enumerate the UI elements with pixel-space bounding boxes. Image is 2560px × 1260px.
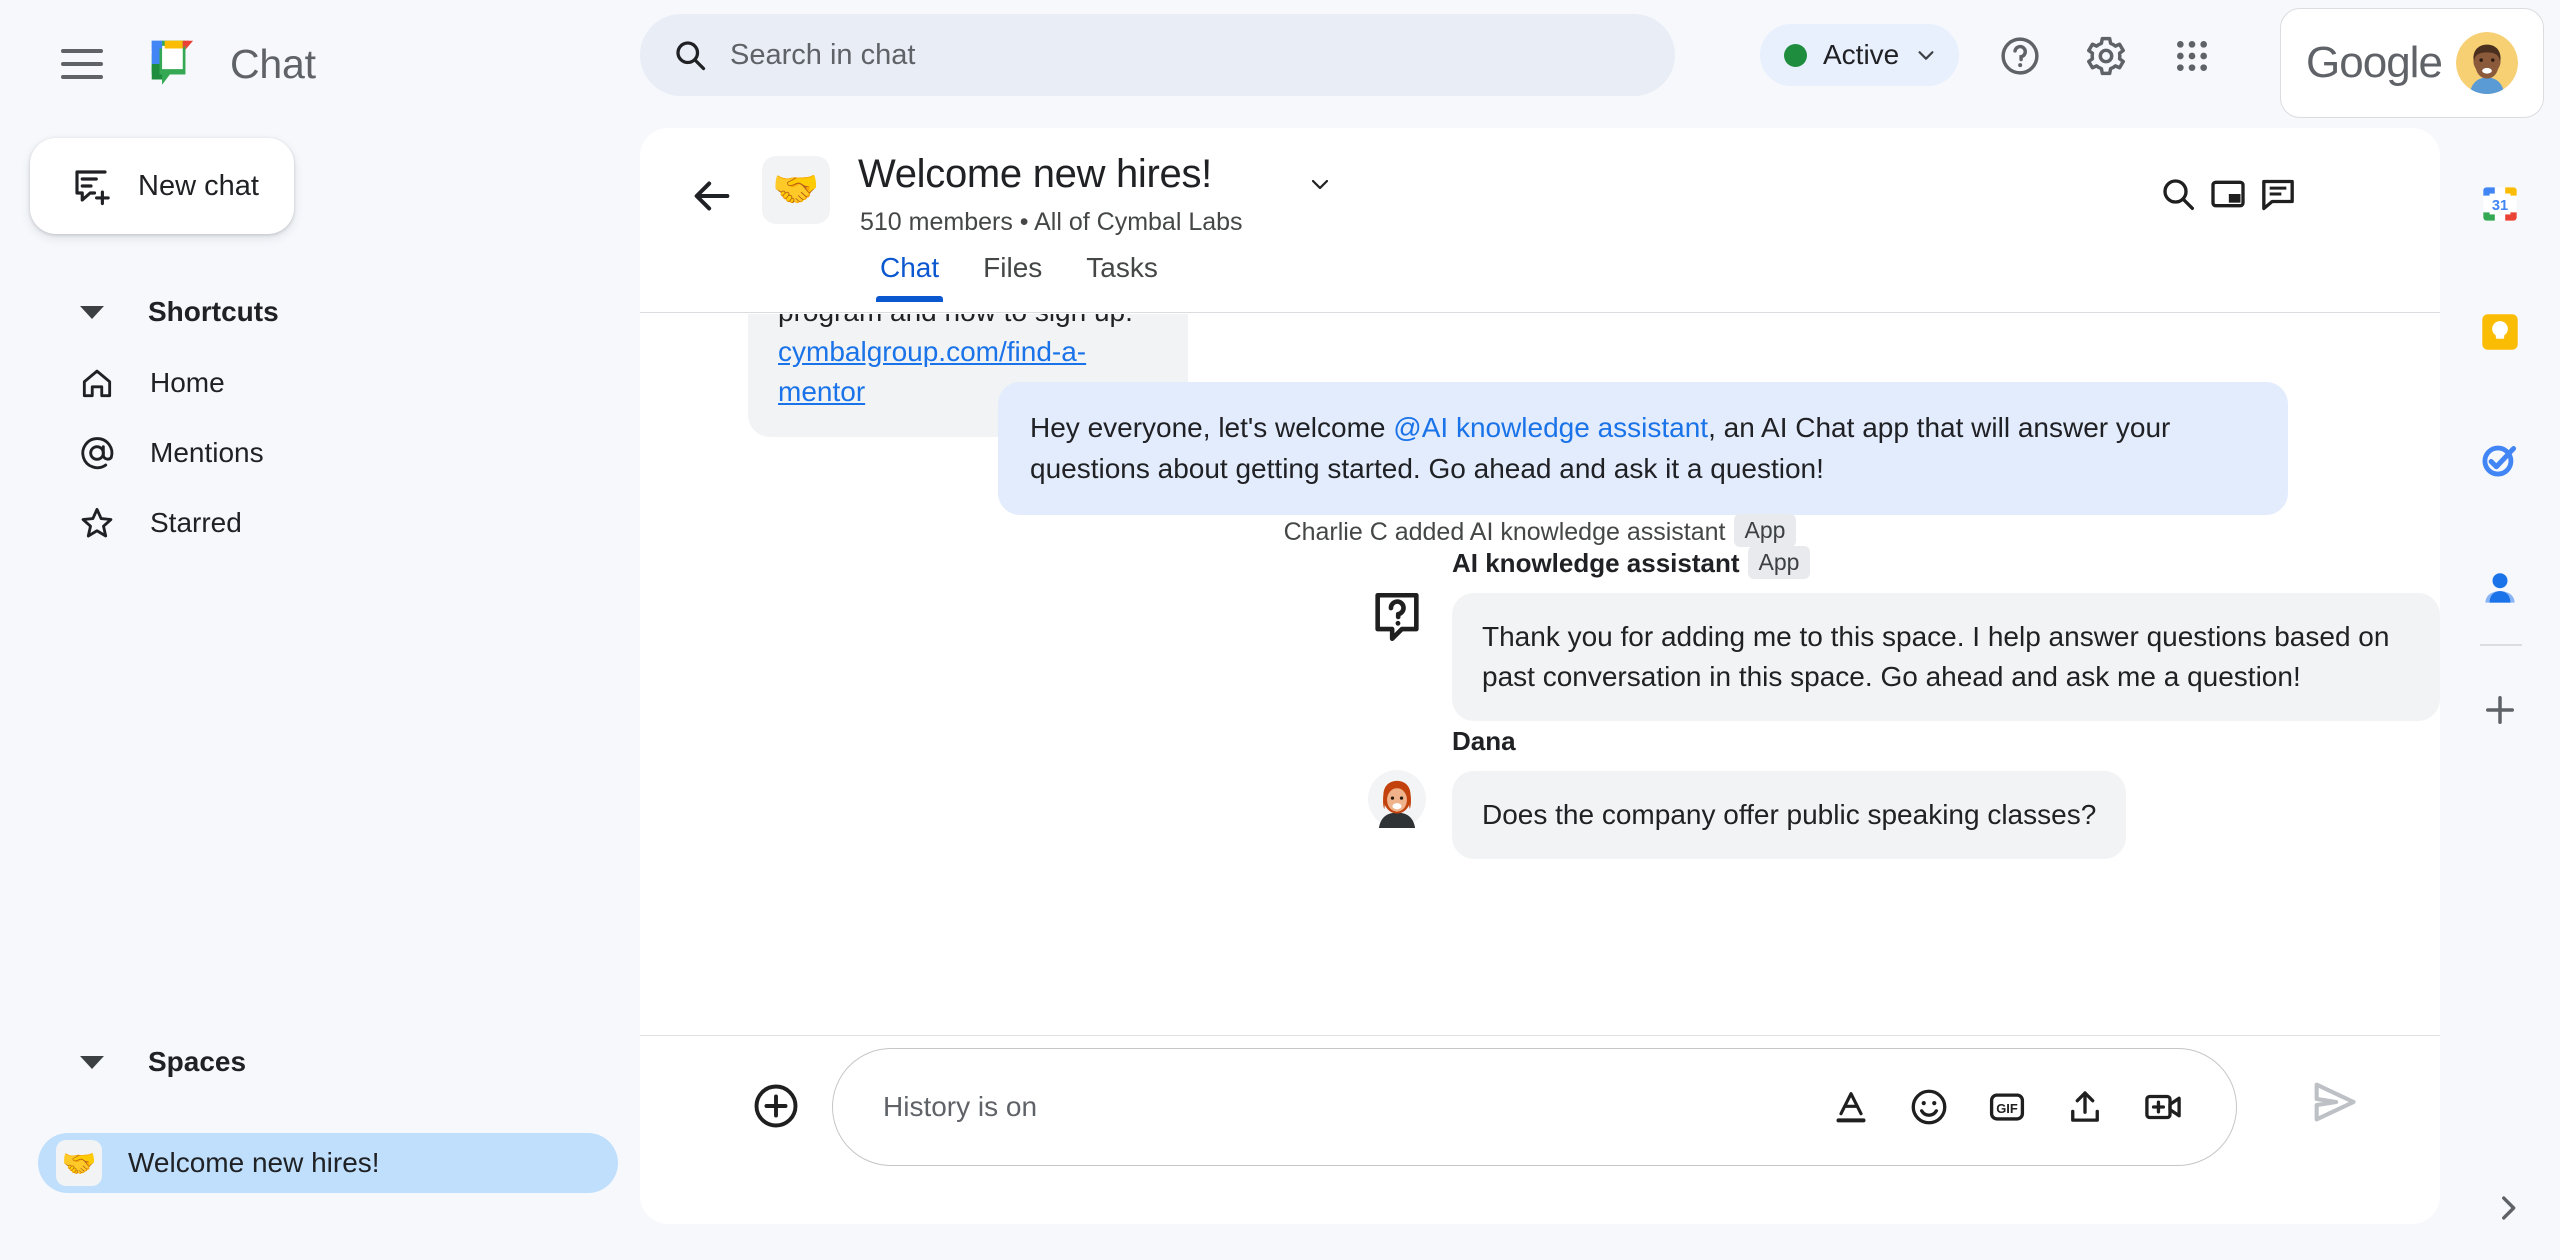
- question-bubble-avatar: [1368, 588, 1426, 646]
- google-contacts-icon[interactable]: [2474, 562, 2526, 614]
- space-emoji-icon: 🤝: [762, 156, 830, 224]
- dana-avatar: [1368, 770, 1426, 828]
- rail-divider: [2480, 644, 2522, 646]
- system-message-text: Charlie C added AI knowledge assistant: [1283, 518, 1726, 546]
- caret-down-icon: [80, 305, 104, 319]
- svg-text:GIF: GIF: [1996, 1101, 2018, 1116]
- search-icon: [672, 37, 708, 73]
- chevron-down-icon: [1915, 44, 1937, 66]
- message-sender-name: Dana: [1452, 726, 1516, 756]
- avatar[interactable]: [2455, 32, 2518, 94]
- message-bubble: Hey everyone, let's welcome @AI knowledg…: [998, 382, 2288, 516]
- spaces-title: Spaces: [148, 1046, 247, 1077]
- page-title[interactable]: Welcome new hires!: [858, 152, 1212, 197]
- sidebar-item-label: Starred: [150, 507, 242, 538]
- space-subtitle: 510 members • All of Cymbal Labs: [860, 208, 1243, 236]
- main-conversation-panel: 🤝 Welcome new hires! 510 members • All o…: [640, 128, 2440, 1224]
- shortcuts-section-header[interactable]: Shortcuts: [0, 283, 640, 341]
- message-text-before: Hey everyone, let's welcome: [1030, 412, 1394, 443]
- help-circle-icon[interactable]: [1988, 24, 2052, 88]
- top-bar: Chat Search in chat Active Google: [0, 0, 2560, 128]
- chevron-right-icon[interactable]: [2484, 1184, 2532, 1232]
- system-message: Charlie C added AI knowledge assistant Ap…: [640, 514, 2440, 547]
- home-icon: [78, 364, 116, 402]
- space-tabs: Chat Files Tasks: [858, 252, 1180, 302]
- composer-toolbar: GIF: [1830, 1086, 2184, 1128]
- composer-divider: [640, 1035, 2440, 1036]
- space-title-chevron-down-icon[interactable]: [1308, 172, 1332, 196]
- app-badge: App: [1733, 514, 1797, 547]
- google-tasks-icon[interactable]: [2474, 434, 2526, 486]
- sidebar-item-mentions[interactable]: Mentions: [0, 421, 640, 485]
- new-chat-label: New chat: [138, 169, 259, 202]
- back-arrow-icon[interactable]: [684, 168, 740, 224]
- tabs-divider: [640, 312, 2440, 313]
- message-outgoing: Hey everyone, let's welcome @AI knowledg…: [998, 382, 2288, 516]
- app-badge: App: [1747, 546, 1811, 579]
- sidebar-space-welcome-new-hires[interactable]: 🤝 Welcome new hires!: [38, 1133, 618, 1193]
- star-icon: [78, 504, 116, 542]
- sidebar-item-home[interactable]: Home: [0, 351, 640, 415]
- plus-icon[interactable]: [2474, 684, 2526, 736]
- plus-circle-icon[interactable]: [748, 1078, 804, 1134]
- search-input[interactable]: Search in chat: [640, 14, 1675, 96]
- apps-grid-icon[interactable]: [2160, 24, 2224, 88]
- google-chat-logo: [144, 33, 206, 95]
- calendar-day-number: 31: [2492, 198, 2508, 214]
- sidebar-item-label: Home: [150, 367, 225, 398]
- shortcuts-title: Shortcuts: [148, 296, 279, 327]
- ai-assistant-mention[interactable]: @AI knowledge assistant: [1393, 412, 1708, 443]
- tab-files[interactable]: Files: [961, 252, 1064, 302]
- message-sender-name: AI knowledge assistant: [1452, 548, 1740, 578]
- gear-icon[interactable]: [2074, 24, 2138, 88]
- right-side-rail: 31: [2440, 128, 2560, 1260]
- spaces-section-header[interactable]: Spaces: [0, 1033, 640, 1091]
- status-dot-icon: [1784, 43, 1807, 67]
- send-icon[interactable]: [2308, 1076, 2360, 1128]
- caret-down-icon: [80, 1055, 104, 1069]
- google-wordmark: Google: [2306, 38, 2443, 87]
- app-brand: Chat: [144, 33, 316, 95]
- emoji-icon[interactable]: [1908, 1086, 1950, 1128]
- handshake-emoji-icon: 🤝: [56, 1140, 102, 1186]
- message-input-placeholder: History is on: [883, 1091, 1038, 1122]
- google-calendar-icon[interactable]: 31: [2474, 178, 2526, 230]
- add-video-meeting-icon[interactable]: [2142, 1086, 2184, 1128]
- search-placeholder: Search in chat: [730, 38, 916, 71]
- status-button[interactable]: Active: [1760, 24, 1960, 86]
- space-label: Welcome new hires!: [128, 1147, 380, 1178]
- app-title: Chat: [230, 40, 316, 87]
- sidebar-item-starred[interactable]: Starred: [0, 491, 640, 555]
- new-chat-button[interactable]: New chat: [30, 138, 294, 234]
- tab-chat[interactable]: Chat: [858, 252, 961, 302]
- message-bubble: Thank you for adding me to this space. I…: [1452, 593, 2440, 721]
- google-keep-icon[interactable]: [2474, 306, 2526, 358]
- status-label: Active: [1823, 39, 1900, 70]
- message-text: program and how to sign up:: [778, 314, 1158, 332]
- left-sidebar: New chat Shortcuts Home Mentions Starred…: [0, 128, 640, 1260]
- message-input[interactable]: History is on GIF: [832, 1048, 2237, 1166]
- new-chat-icon: [70, 165, 112, 207]
- tab-tasks[interactable]: Tasks: [1064, 252, 1180, 302]
- account-chip[interactable]: Google: [2280, 8, 2544, 118]
- open-chat-panel-icon[interactable]: [2248, 164, 2308, 224]
- gif-icon[interactable]: GIF: [1986, 1086, 2028, 1128]
- at-mention-icon: [78, 434, 116, 472]
- hamburger-menu-icon[interactable]: [42, 24, 122, 104]
- sidebar-item-label: Mentions: [150, 437, 264, 468]
- message-bubble: Does the company offer public speaking c…: [1452, 771, 2127, 859]
- message-thread: program and how to sign up: cymbalgroup.…: [640, 314, 2440, 874]
- space-header: 🤝 Welcome new hires! 510 members • All o…: [640, 128, 2440, 313]
- text-format-icon[interactable]: [1830, 1086, 1872, 1128]
- upload-file-icon[interactable]: [2064, 1086, 2106, 1128]
